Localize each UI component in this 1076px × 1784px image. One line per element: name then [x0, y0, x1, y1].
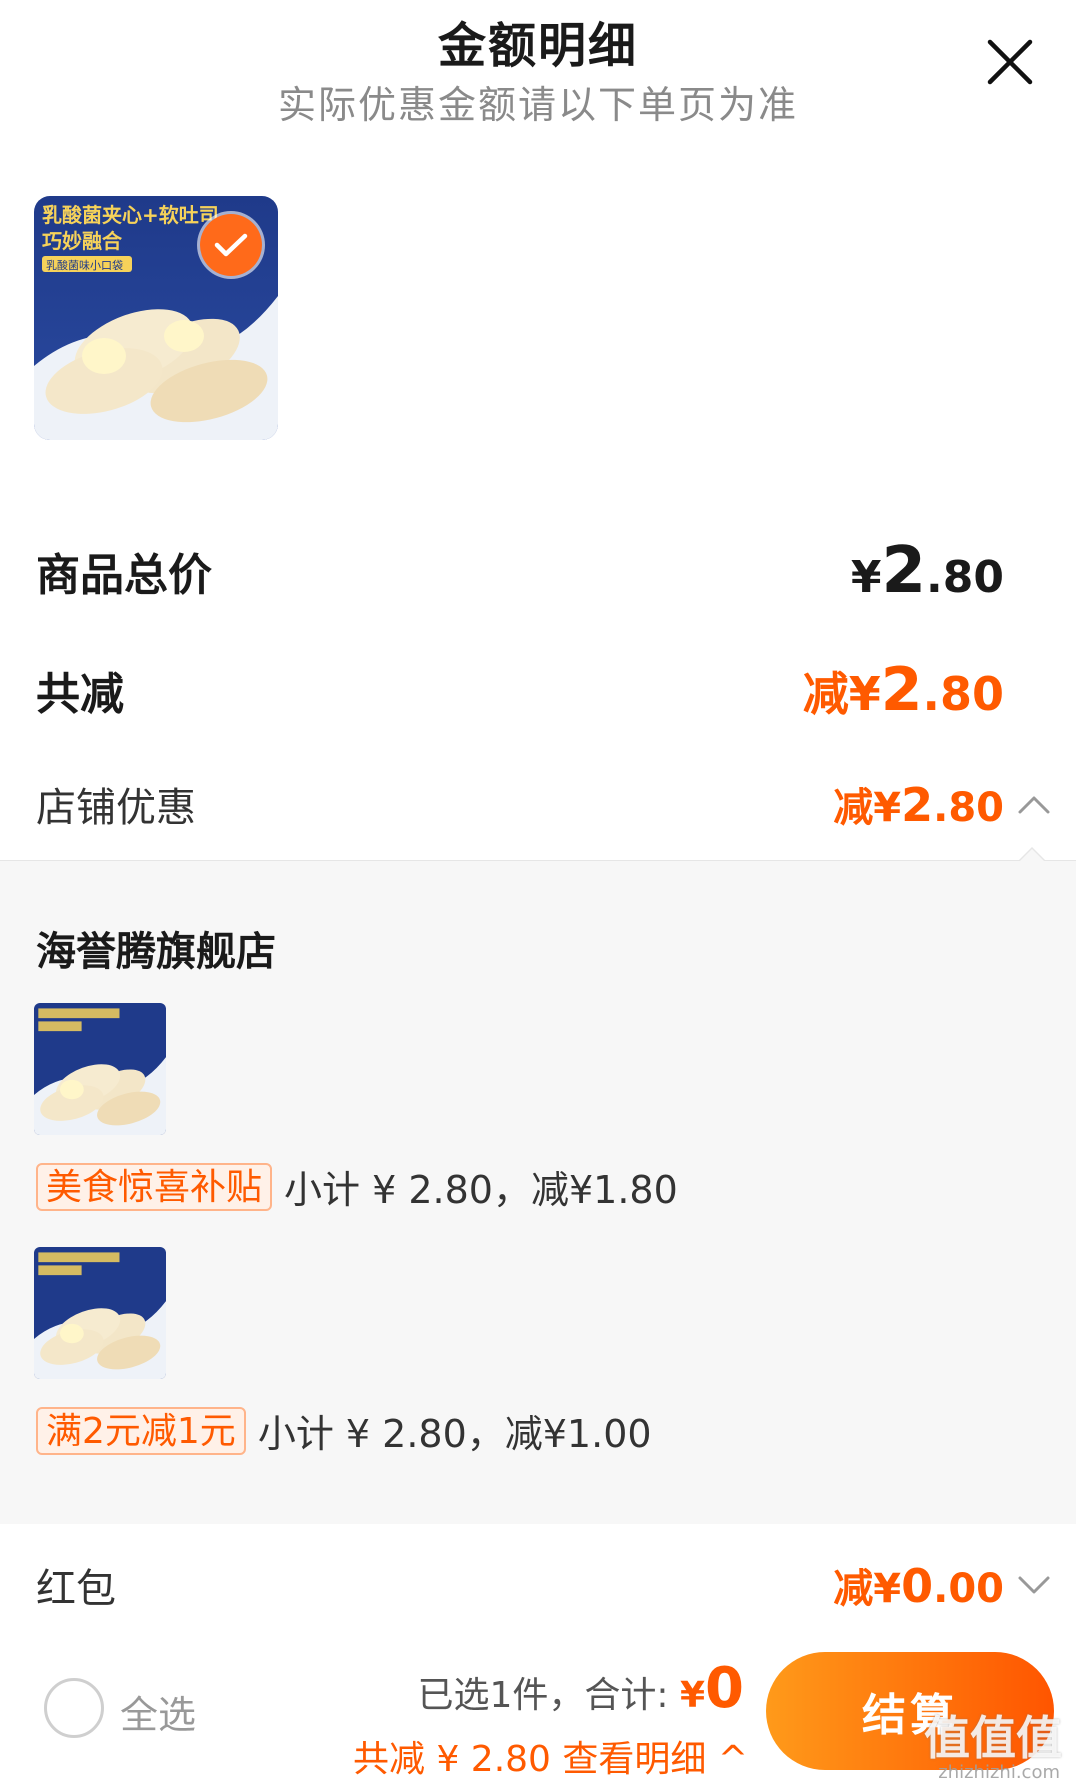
modal-header: 金额明细 实际优惠金额请以下单页为准: [0, 0, 1076, 130]
total-discount-label: 共减: [36, 669, 124, 720]
promo-tag-1: 美食惊喜补贴: [36, 1162, 273, 1211]
page-subtitle: 实际优惠金额请以下单页为准: [277, 83, 798, 127]
selected-count-text: 已选1件，合计:: [417, 1675, 680, 1716]
select-all-label[interactable]: 全选: [120, 1684, 196, 1739]
select-all-radio[interactable]: [44, 1678, 104, 1738]
total-value: 0: [705, 1656, 744, 1721]
store-discount-row[interactable]: 店铺优惠 减¥2.80: [36, 774, 1004, 834]
promo-text-2: 小计 ¥ 2.80，减¥1.00: [257, 1412, 652, 1456]
total-price-label: 商品总价: [36, 550, 212, 601]
promo-product-thumb-1: [34, 1003, 166, 1135]
chevron-up-icon[interactable]: [1016, 792, 1052, 816]
promo-tag-2: 满2元减1元: [36, 1406, 246, 1455]
store-discount-value: 减¥2.80: [833, 778, 1004, 832]
shop-name: 海誉腾旗舰店: [36, 929, 276, 975]
image-text-line3: 乳酸菌味小口袋: [46, 258, 123, 272]
store-discount-detail-panel: 海誉腾旗舰店 美食惊喜补贴 小计 ¥ 2.80，减¥1.80 满2元减1元 小计…: [0, 847, 1076, 1524]
promo-product-thumb-2: [34, 1247, 166, 1379]
total-yen-symbol: ¥: [679, 1675, 706, 1716]
promo-line-1: 美食惊喜补贴 小计 ¥ 2.80，减¥1.80: [36, 1159, 678, 1214]
promo-line-2: 满2元减1元 小计 ¥ 2.80，减¥1.00: [36, 1403, 652, 1458]
selected-check-icon[interactable]: [200, 214, 262, 276]
promo-text-1: 小计 ¥ 2.80，减¥1.80: [284, 1168, 678, 1212]
store-discount-label: 店铺优惠: [36, 785, 196, 831]
watermark-url: zhizhizhi.com: [938, 1762, 1060, 1783]
page-title: 金额明细: [437, 18, 638, 74]
total-price-value: ¥2.80: [850, 534, 1004, 608]
watermark-logo: 值值值: [924, 1711, 1062, 1765]
view-detail-link[interactable]: 共减 ¥ 2.80 查看明细 ^: [353, 1730, 748, 1782]
checkout-bar: 全选 已选1件，合计: ¥0 共减 ¥ 2.80 查看明细 ^ 结算 值值值 z…: [0, 1640, 1076, 1784]
hongbao-value: 减¥0.00: [833, 1559, 1004, 1613]
total-discount-row: 共减 减¥2.80: [36, 654, 1004, 726]
image-text-line2: 巧妙融合: [42, 229, 123, 253]
image-text-line1: 乳酸菌夹心+软吐司: [42, 203, 219, 227]
total-discount-value: 减¥2.80: [802, 655, 1004, 725]
close-icon[interactable]: [984, 36, 1036, 88]
hongbao-row[interactable]: 红包 减¥0.00: [36, 1556, 1004, 1614]
hongbao-label: 红包: [36, 1566, 116, 1612]
selected-total-summary: 已选1件，合计: ¥0: [417, 1656, 744, 1721]
total-price-row: 商品总价 ¥2.80: [36, 534, 1004, 608]
chevron-down-icon[interactable]: [1016, 1574, 1052, 1598]
